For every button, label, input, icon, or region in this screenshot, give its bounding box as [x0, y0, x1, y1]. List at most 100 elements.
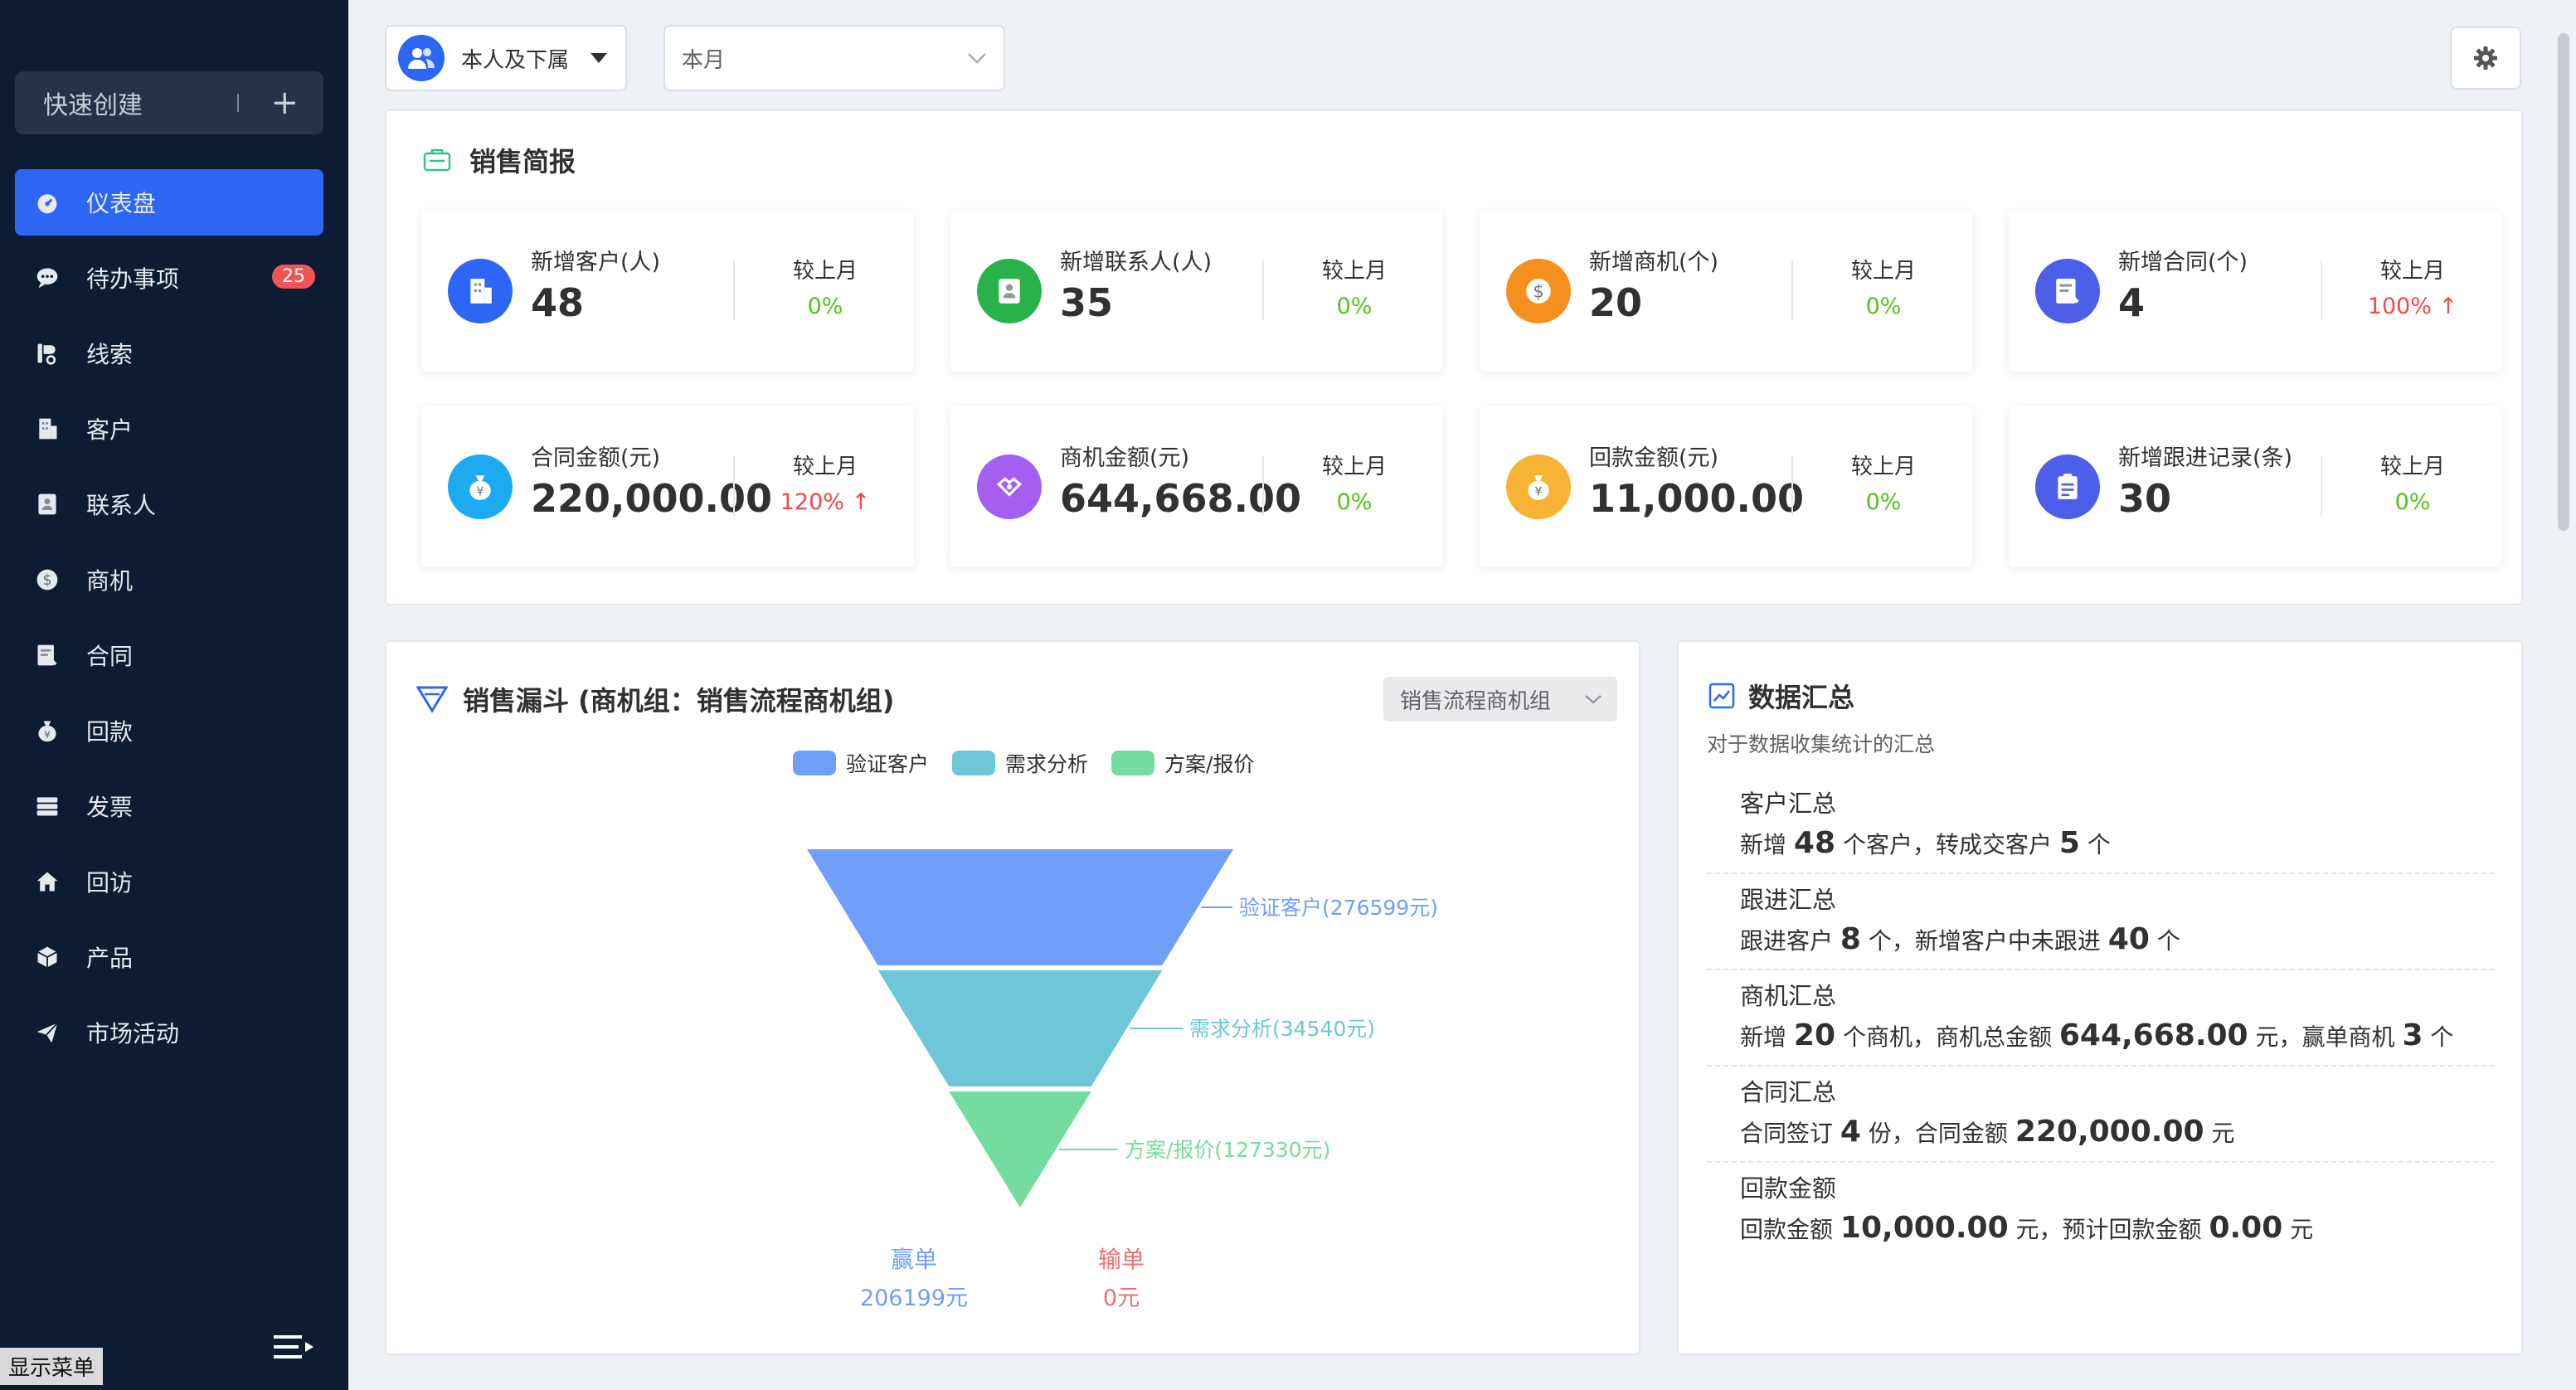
card-label: 新增联系人(人) — [1060, 250, 1213, 275]
summary-heading: 数据汇总 — [1748, 682, 1855, 713]
brief-card[interactable]: 新增客户(人) 48 较上月 0% — [421, 211, 914, 372]
brief-card[interactable]: 新增合同(个) 4 较上月 100% ↑ — [2009, 211, 2501, 372]
card-label: 回款金额(元) — [1589, 445, 1719, 471]
menu-toggle-icon[interactable] — [274, 1334, 315, 1360]
summary-text: 个客户，转成交客户 — [1842, 831, 2052, 858]
sidebar-item-label: 线索 — [86, 341, 134, 368]
summary-value: 4 — [1840, 1115, 1861, 1149]
summary-text: 个商机，商机总金额 — [1842, 1023, 2052, 1051]
brief-card[interactable]: ¥ 回款金额(元) 11,000.00 较上月 0% — [1480, 406, 1972, 567]
brief-card[interactable]: 商机金额(元) 644,668.00 较上月 0% — [950, 406, 1443, 567]
svg-text:¥: ¥ — [44, 729, 51, 741]
change-percent: 100% — [2367, 294, 2432, 319]
compare-value: 0% — [1795, 489, 1972, 515]
data-summary-panel: 数据汇总 对于数据收集统计的汇总 客户汇总 新增 48 个客户，转成交客户 5 … — [1677, 640, 2523, 1355]
brief-card[interactable]: 新增跟进记录(条) 30 较上月 0% — [2009, 406, 2501, 567]
sidebar-item-3[interactable]: 客户 — [15, 396, 323, 462]
sidebar-item-label: 联系人 — [86, 492, 157, 519]
brief-card[interactable]: 新增联系人(人) 35 较上月 0% — [950, 211, 1443, 372]
dollar-icon: $ — [33, 566, 61, 594]
card-value: 48 — [531, 280, 585, 325]
divider — [733, 456, 735, 516]
chevron-down-icon — [968, 53, 986, 64]
summary-value: 48 — [1793, 826, 1836, 860]
scope-select[interactable]: 本人及下属 — [385, 25, 627, 91]
chat-icon — [33, 264, 61, 292]
summary-text: 个，新增客户中未跟进 — [1868, 927, 2101, 955]
sidebar-item-9[interactable]: 回访 — [15, 848, 323, 915]
top-filter-bar: 本人及下属 本月 — [385, 25, 2521, 93]
summary-item-title: 合同汇总 — [1740, 1078, 1837, 1106]
sidebar-item-label: 回款 — [86, 718, 134, 746]
compare-label: 较上月 — [2379, 454, 2445, 479]
card-label: 新增商机(个) — [1589, 250, 1719, 275]
sidebar-item-10[interactable]: 产品 — [15, 924, 323, 990]
summary-text: 份，合同金额 — [1868, 1120, 2008, 1147]
compare-value: 0% — [736, 294, 914, 319]
send-icon — [33, 1018, 61, 1047]
contract-summary: 合同汇总 合同签订 4 份，合同金额 220,000.00 元 — [1707, 1067, 2495, 1163]
summary-text: 新增 — [1740, 1023, 1787, 1051]
compare-label: 较上月 — [792, 454, 858, 479]
svg-text:¥: ¥ — [1534, 485, 1542, 499]
won-value: 206199元 — [860, 1286, 968, 1311]
sidebar-item-0[interactable]: 仪表盘 — [15, 169, 323, 236]
change-percent: 0% — [1865, 489, 1902, 515]
compare-label: 较上月 — [1850, 454, 1916, 479]
compare-value: 0% — [1266, 489, 1443, 515]
sidebar-item-5[interactable]: $ 商机 — [15, 547, 323, 613]
sidebar-item-7[interactable]: ¥ 回款 — [15, 697, 323, 764]
brief-card[interactable]: $ 新增商机(个) 20 较上月 0% — [1480, 211, 1972, 372]
compare-label: 较上月 — [1321, 454, 1387, 479]
summary-text: 跟进客户 — [1740, 927, 1834, 955]
page-scrollbar[interactable] — [2558, 33, 2569, 531]
card-label: 商机金额(元) — [1060, 445, 1190, 471]
settings-button[interactable] — [2450, 27, 2521, 90]
period-select[interactable]: 本月 — [663, 25, 1005, 91]
sidebar-item-4[interactable]: 联系人 — [15, 471, 323, 537]
clipboard-icon — [2035, 454, 2100, 519]
box-icon — [33, 943, 61, 971]
summary-text: 元，预计回款金额 — [2015, 1216, 2202, 1243]
summary-title: 数据汇总 — [1708, 677, 1854, 715]
sidebar-item-6[interactable]: 合同 — [15, 622, 323, 688]
summary-text: 新增 — [1740, 831, 1787, 858]
svg-text:$: $ — [42, 572, 51, 589]
sales-funnel-panel: 销售漏斗 (商机组：销售流程商机组) 销售流程商机组 验证客户 需求分析 方案/报价… — [385, 640, 1640, 1355]
sidebar-nav: 仪表盘 待办事项 25 线索 客户 联系人 $ 商机 合同 ¥ 回款 发票 回访 产品… — [15, 169, 323, 1075]
sidebar-item-label: 待办事项 — [86, 265, 180, 293]
opportunity-summary: 商机汇总 新增 20 个商机，商机总金额 644,668.00 元，赢单商机 3… — [1707, 970, 2495, 1067]
sidebar-item-2[interactable]: 线索 — [15, 320, 323, 386]
todo-count-badge: 25 — [272, 265, 315, 289]
card-value: 35 — [1060, 280, 1114, 325]
change-percent: 0% — [1336, 489, 1373, 515]
divider — [237, 94, 240, 112]
invoice-icon — [33, 792, 61, 820]
moneybag-icon: ¥ — [1506, 454, 1571, 519]
dashboard-icon — [33, 188, 61, 216]
funnel-data-label: 需求分析(34540元) — [1189, 1017, 1375, 1041]
sidebar-item-1[interactable]: 待办事项 25 — [15, 245, 323, 311]
funnel-segment[interactable] — [807, 849, 1233, 965]
sidebar-item-11[interactable]: 市场活动 — [15, 999, 323, 1066]
moneybag-icon: ¥ — [33, 717, 61, 745]
divider — [733, 260, 735, 320]
sales-brief-panel: 销售简报 新增客户(人) 48 较上月 0% 新增联系人(人) 35 较上月 0… — [385, 109, 2523, 605]
quick-create-button[interactable]: 快速创建 + — [15, 71, 323, 134]
change-percent: 0% — [2394, 489, 2431, 515]
funnel-data-label: 验证客户(276599元) — [1239, 896, 1438, 920]
contact-icon — [33, 490, 61, 518]
sidebar-item-8[interactable]: 发票 — [15, 773, 323, 839]
card-label: 新增客户(人) — [531, 250, 661, 275]
sidebar-item-label: 仪表盘 — [86, 190, 157, 217]
card-value: 30 — [2118, 476, 2172, 521]
summary-item-title: 跟进汇总 — [1740, 886, 1837, 914]
divider — [1791, 456, 1793, 516]
compare-value: 100% ↑ — [2324, 294, 2501, 319]
funnel-segment[interactable] — [877, 970, 1163, 1086]
sidebar-item-label: 客户 — [86, 416, 134, 444]
arrow-up-icon: ↑ — [2438, 294, 2458, 319]
divider — [1262, 260, 1264, 320]
brief-card[interactable]: ¥ 合同金额(元) 220,000.00 较上月 120% ↑ — [421, 406, 914, 567]
followup-summary: 跟进汇总 跟进客户 8 个，新增客户中未跟进 40 个 — [1707, 874, 2495, 970]
